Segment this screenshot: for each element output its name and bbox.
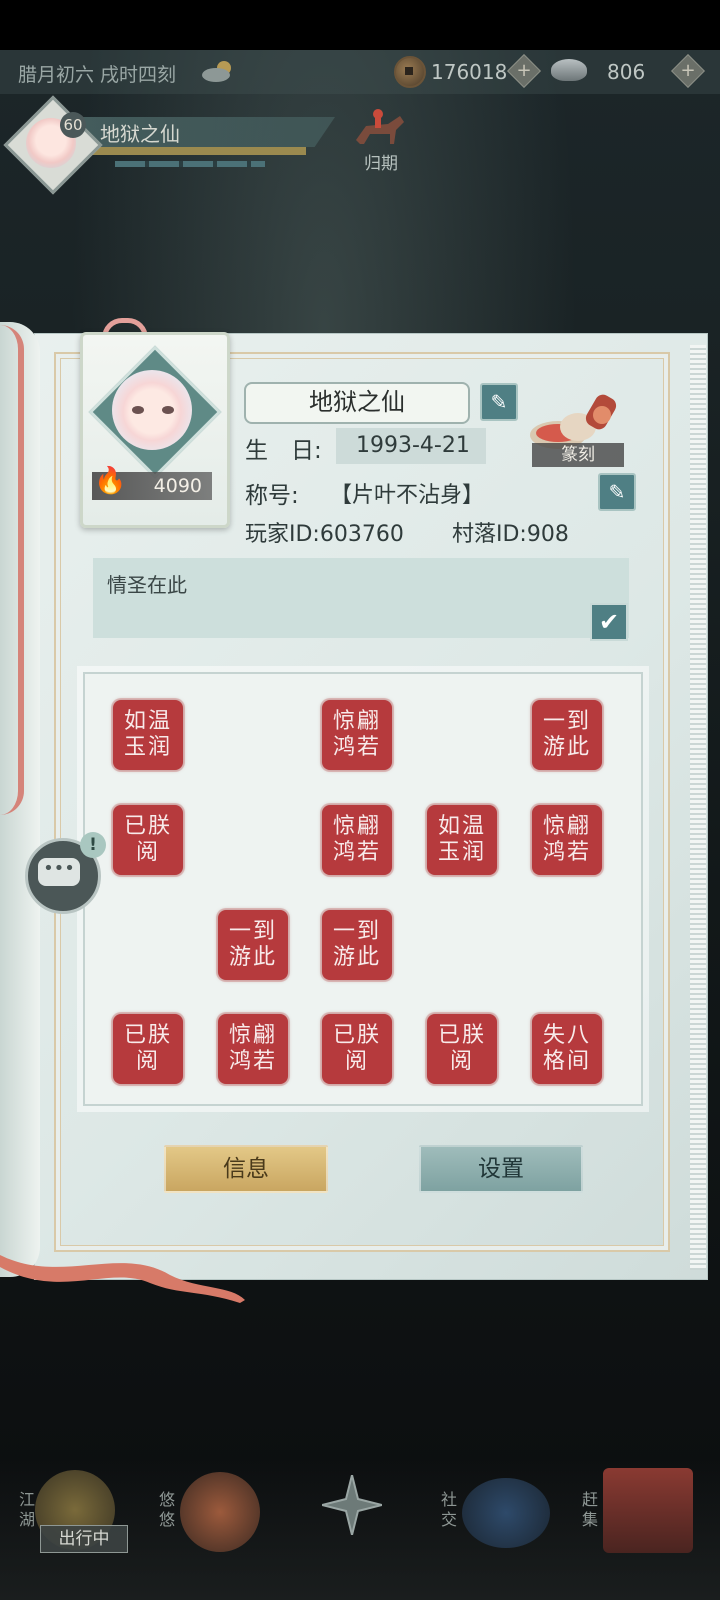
nav-shejiao-label[interactable]: 社交 — [438, 1490, 460, 1530]
confirm-signature-button[interactable]: ✔ — [590, 603, 628, 641]
seal-item[interactable]: 惊翩 鸿若 — [532, 805, 602, 875]
seal-text-line-1: 惊翩 — [228, 1023, 277, 1048]
seal-text-line-2: 游此 — [542, 735, 591, 760]
player-id: 玩家ID:603760 — [245, 522, 404, 547]
settings-button[interactable]: 设置 — [419, 1145, 583, 1193]
seal-item[interactable]: 如温 玉润 — [113, 700, 183, 770]
seal-text-line-1: 已朕 — [437, 1023, 486, 1048]
seal-text-line-2: 阅 — [135, 1049, 160, 1074]
seal-text-line-2: 游此 — [332, 945, 381, 970]
nav-ganji-label[interactable]: 赶集 — [579, 1490, 601, 1530]
seal-text-line-2: 阅 — [135, 840, 160, 865]
plus-icon: + — [680, 60, 696, 81]
seal-text-line-1: 已朕 — [123, 1023, 172, 1048]
pencil-icon: ✎ — [490, 390, 508, 414]
nav-shejiao-art[interactable] — [462, 1478, 550, 1548]
nav-youyou-label[interactable]: 悠悠 — [156, 1490, 178, 1530]
player-level-badge: 60 — [60, 112, 86, 138]
seal-item[interactable]: 失八 格间 — [532, 1014, 602, 1084]
seal-text-line-1: 失八 — [542, 1023, 591, 1048]
system-top-bar — [0, 0, 720, 50]
pencil-icon: ✎ — [608, 480, 626, 504]
seal-text-line-1: 惊翩 — [542, 814, 591, 839]
seal-text-line-2: 玉润 — [437, 840, 486, 865]
seal-item[interactable]: 已朕阅 — [427, 1014, 497, 1084]
silver-count: 806 — [607, 60, 646, 84]
plus-icon: + — [516, 60, 532, 81]
silver-ingot-icon — [551, 59, 587, 81]
seal-text-line-2: 鸿若 — [542, 840, 591, 865]
avatar-eyes — [130, 400, 176, 414]
info-button[interactable]: 信息 — [164, 1145, 328, 1193]
signature-text: 情圣在此 — [107, 573, 187, 597]
chat-alert-badge: ! — [80, 832, 106, 858]
seal-text-line-2: 阅 — [449, 1049, 474, 1074]
seal-carving-label: 篆刻 — [532, 443, 624, 467]
return-label: 归期 — [364, 154, 398, 174]
birthday-label: 生 日: — [245, 438, 322, 464]
seal-text-line-1: 一到 — [228, 919, 277, 944]
seal-text-line-1: 已朕 — [123, 814, 172, 839]
chat-bubble-icon: ••• — [38, 858, 80, 886]
traveling-status: 出行中 — [40, 1525, 128, 1553]
seal-text-line-2: 玉润 — [123, 735, 172, 760]
seal-text-line-1: 如温 — [437, 814, 486, 839]
seal-text-line-1: 惊翩 — [332, 814, 381, 839]
seal-text-line-1: 一到 — [542, 709, 591, 734]
check-icon: ✔ — [598, 608, 620, 636]
book-page-stack — [690, 345, 706, 1270]
seal-text-line-1: 如温 — [123, 709, 172, 734]
village-id: 村落ID:908 — [452, 522, 569, 547]
title-value: 【片叶不沾身】 — [330, 483, 485, 508]
horse-rider-icon[interactable] — [348, 104, 408, 148]
nav-ganji-art[interactable] — [603, 1468, 693, 1553]
seal-text-line-2: 游此 — [228, 945, 277, 970]
seal-text-line-2: 鸿若 — [332, 735, 381, 760]
seal-text-line-2: 阅 — [344, 1049, 369, 1074]
nav-jianghu-label[interactable]: 江湖 — [16, 1490, 38, 1530]
book-ribbon — [0, 1245, 245, 1305]
seal-text-line-1: 已朕 — [332, 1023, 381, 1048]
edit-title-button[interactable]: ✎ — [598, 473, 636, 511]
game-date-time: 腊月初六 戌时四刻 — [18, 64, 177, 86]
seal-text-line-2: 格间 — [542, 1049, 591, 1074]
seal-item[interactable]: 已朕阅 — [113, 805, 183, 875]
player-name: 地狱之仙 — [100, 122, 180, 146]
seal-item[interactable]: 一到 游此 — [322, 910, 392, 980]
seal-text-line-1: 一到 — [332, 919, 381, 944]
seal-item[interactable]: 惊翩 鸿若 — [322, 700, 392, 770]
seal-text-line-2: 鸿若 — [332, 840, 381, 865]
seal-item[interactable]: 已朕阅 — [322, 1014, 392, 1084]
seal-item[interactable]: 惊翩 鸿若 — [218, 1014, 288, 1084]
title-label: 称号: — [245, 483, 299, 509]
flame-icon: 🔥 — [94, 466, 127, 496]
seal-text-line-2: 鸿若 — [228, 1049, 277, 1074]
copper-coin-count: 176018 — [431, 60, 508, 84]
copper-coin-icon — [394, 56, 426, 88]
birthday-value: 1993-4-21 — [356, 433, 470, 458]
cloud-sun-icon — [200, 58, 236, 84]
player-exp-bar — [86, 147, 306, 155]
nav-youyou-art[interactable] — [180, 1472, 260, 1552]
seal-item[interactable]: 如温 玉润 — [427, 805, 497, 875]
player-stamina-bar — [115, 161, 265, 167]
edit-name-button[interactable]: ✎ — [480, 383, 518, 421]
seal-text-line-1: 惊翩 — [332, 709, 381, 734]
book-spine — [0, 325, 24, 815]
compass-star-icon[interactable] — [321, 1474, 383, 1536]
seal-item[interactable]: 一到 游此 — [218, 910, 288, 980]
profile-name: 地狱之仙 — [244, 382, 470, 424]
seal-item[interactable]: 一到 游此 — [532, 700, 602, 770]
seal-item[interactable]: 惊翩 鸿若 — [322, 805, 392, 875]
seal-item[interactable]: 已朕阅 — [113, 1014, 183, 1084]
